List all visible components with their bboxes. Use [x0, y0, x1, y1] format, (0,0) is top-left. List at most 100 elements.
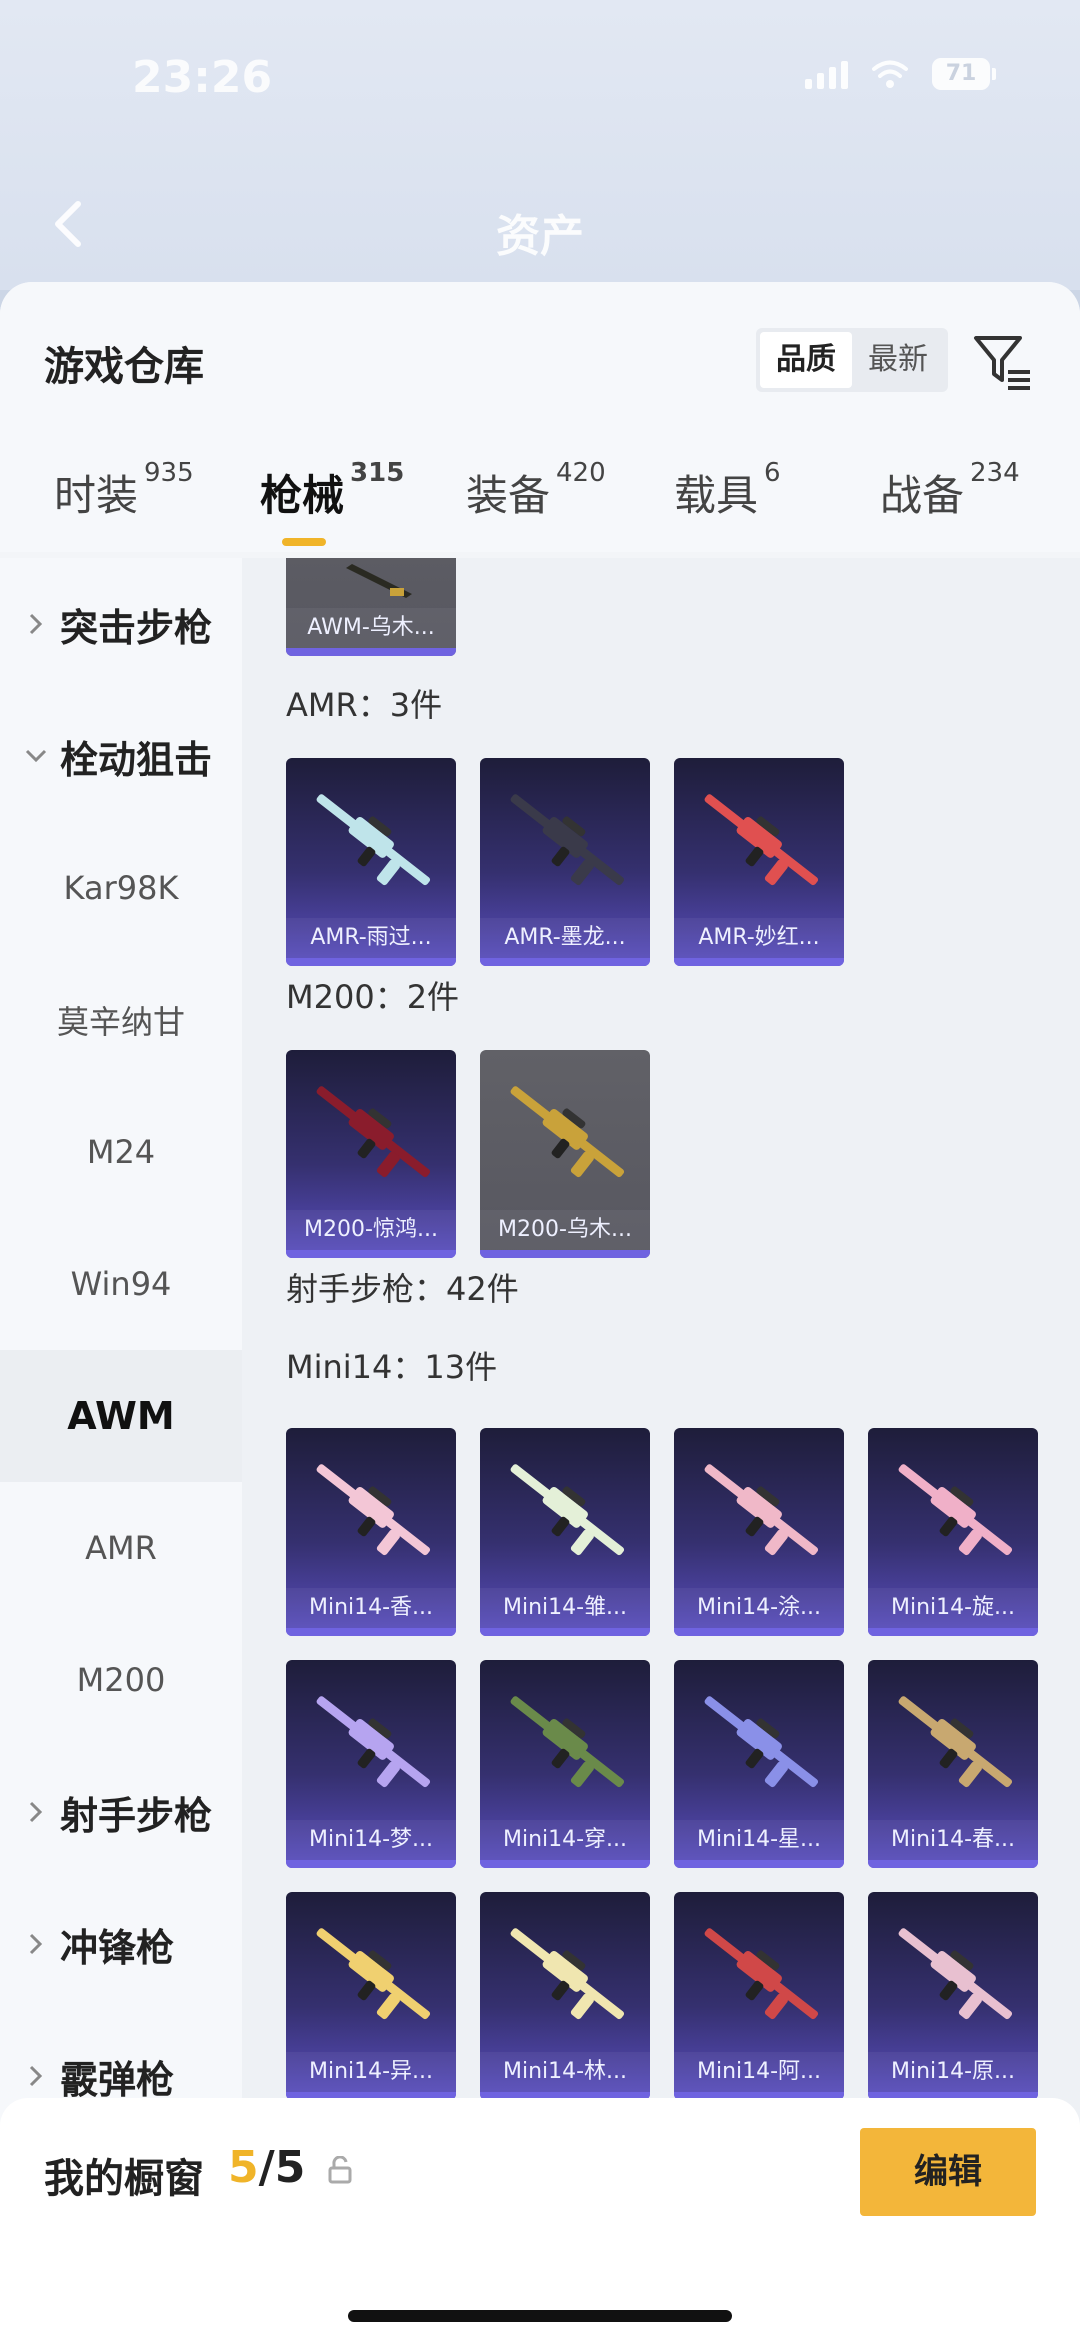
status-bar: 23:26 71	[0, 0, 1080, 150]
weapon-grid: AWM-乌木... AMR：3件 M200：2件 射手步枪：42件 Mini14…	[242, 558, 1080, 2341]
gun-image	[316, 1928, 431, 2020]
skin-card[interactable]: Mini14-雏...	[480, 1428, 650, 1636]
section-label-mini14: Mini14：13件	[286, 1348, 498, 1386]
skin-card[interactable]: Mini14-异...	[286, 1892, 456, 2100]
sort-toggle: 品质 最新	[756, 328, 948, 392]
skin-card[interactable]: Mini14-香...	[286, 1428, 456, 1636]
sidebar-item-marksman-rifle[interactable]: 射手步枪	[0, 1746, 242, 1878]
showcase-bar: 我的橱窗 5/5 编辑	[0, 2098, 1080, 2341]
gun-image	[316, 1696, 431, 1788]
skin-card[interactable]: Mini14-涂...	[674, 1428, 844, 1636]
sidebar-item-smg[interactable]: 冲锋枪	[0, 1878, 242, 2010]
tab-count: 6	[764, 458, 781, 488]
nav-title: 资产	[496, 211, 584, 262]
sidebar-item-label: 栓动狙击	[60, 737, 213, 782]
skin-name: Mini14-香...	[286, 1588, 456, 1628]
skin-card[interactable]: AMR-雨过...	[286, 758, 456, 966]
category-tabs: 时装 935 枪械 315 装备 420 载具 6 战备 234	[0, 458, 1080, 552]
sort-quality-button[interactable]: 品质	[760, 332, 852, 388]
gun-image	[316, 794, 431, 886]
sidebar-item-m24[interactable]: M24	[0, 1086, 242, 1218]
section-label-marksman: 射手步枪：42件	[286, 1270, 519, 1308]
sidebar-item-win94[interactable]: Win94	[0, 1218, 242, 1350]
tab-count: 935	[144, 458, 194, 488]
skin-card[interactable]: Mini14-阿...	[674, 1892, 844, 2100]
tab-supplies[interactable]: 战备 234	[880, 458, 1020, 523]
skin-name: AMR-墨龙...	[480, 918, 650, 958]
chevron-right-icon	[29, 1933, 43, 1955]
gun-image	[510, 1086, 625, 1178]
skin-card[interactable]: M200-惊鸿...	[286, 1050, 456, 1258]
sidebar-item-awm[interactable]: AWM	[0, 1350, 242, 1482]
skin-card[interactable]: M200-乌木...	[480, 1050, 650, 1258]
status-icons: 71	[805, 58, 996, 90]
unlock-icon	[328, 2156, 352, 2184]
tab-fashion[interactable]: 时装 935	[54, 458, 194, 523]
tab-count: 420	[556, 458, 606, 488]
tab-equipment[interactable]: 装备 420	[466, 458, 606, 523]
section-label-amr: AMR：3件	[286, 686, 443, 724]
sidebar-item-bolt-sniper[interactable]: 栓动狙击	[0, 690, 242, 822]
weapon-category-sidebar: 突击步枪 栓动狙击 Kar98K 莫辛纳甘 M24 Win94 AWM AMR …	[0, 558, 242, 2341]
skin-name: Mini14-原...	[868, 2052, 1038, 2092]
skin-name: M200-乌木...	[480, 1210, 650, 1250]
sidebar-item-kar98k[interactable]: Kar98K	[0, 822, 242, 954]
active-tab-indicator	[282, 538, 326, 546]
tab-vehicles[interactable]: 载具 6	[674, 458, 781, 523]
sidebar-item-mosin[interactable]: 莫辛纳甘	[0, 954, 242, 1086]
showcase-total: /5	[258, 2142, 306, 2193]
filter-icon[interactable]	[970, 330, 1034, 394]
sheet-header: 游戏仓库 品质 最新 时装 935 枪械 315 装备 420 载具 6 战备 …	[0, 282, 1080, 552]
skin-card[interactable]: Mini14-旋...	[868, 1428, 1038, 1636]
skin-card[interactable]: AWM-乌木...	[286, 558, 456, 656]
skin-card[interactable]: Mini14-原...	[868, 1892, 1038, 2100]
showcase-count: 5/5	[228, 2142, 305, 2193]
top-header: 23:26 71 资产	[0, 0, 1080, 290]
skin-name: M200-惊鸿...	[286, 1210, 456, 1250]
tab-label: 装备	[466, 471, 551, 520]
skin-card[interactable]: Mini14-穿...	[480, 1660, 650, 1868]
gun-image	[898, 1928, 1013, 2020]
signal-icon	[805, 59, 848, 89]
edit-button[interactable]: 编辑	[860, 2128, 1036, 2216]
gun-image	[510, 1928, 625, 2020]
sheet-title: 游戏仓库	[44, 344, 204, 390]
gun-image	[316, 1086, 431, 1178]
section-label-m200: M200：2件	[286, 978, 460, 1016]
gun-image	[898, 1464, 1013, 1556]
skin-name: Mini14-星...	[674, 1820, 844, 1860]
skin-name: Mini14-异...	[286, 2052, 456, 2092]
sidebar-item-assault-rifle[interactable]: 突击步枪	[0, 558, 242, 690]
sidebar-item-m200[interactable]: M200	[0, 1614, 242, 1746]
chevron-down-icon	[25, 749, 47, 763]
tab-label: 枪械	[260, 471, 345, 520]
tab-label: 载具	[674, 471, 759, 520]
skin-card[interactable]: Mini14-林...	[480, 1892, 650, 2100]
gun-image	[704, 1928, 819, 2020]
sidebar-item-amr[interactable]: AMR	[0, 1482, 242, 1614]
sort-newest-button[interactable]: 最新	[852, 332, 944, 388]
battery-level: 71	[932, 58, 990, 90]
skin-card[interactable]: AMR-墨龙...	[480, 758, 650, 966]
chevron-right-icon	[29, 613, 43, 635]
showcase-label: 我的橱窗	[44, 2156, 204, 2202]
status-time: 23:26	[132, 52, 273, 103]
skin-name: Mini14-林...	[480, 2052, 650, 2092]
skin-name: Mini14-旋...	[868, 1588, 1038, 1628]
skin-card[interactable]: AMR-妙红...	[674, 758, 844, 966]
gun-image	[510, 1464, 625, 1556]
skin-name: AMR-雨过...	[286, 918, 456, 958]
skin-card[interactable]: Mini14-星...	[674, 1660, 844, 1868]
skin-name: Mini14-阿...	[674, 2052, 844, 2092]
skin-card[interactable]: Mini14-春...	[868, 1660, 1038, 1868]
tab-guns[interactable]: 枪械 315	[260, 458, 404, 523]
skin-name: Mini14-梦...	[286, 1820, 456, 1860]
skin-card[interactable]: Mini14-梦...	[286, 1660, 456, 1868]
skin-name: Mini14-雏...	[480, 1588, 650, 1628]
home-indicator	[348, 2310, 732, 2322]
sidebar-item-label: 霰弹枪	[60, 2057, 175, 2102]
skin-name: AWM-乌木...	[286, 608, 456, 648]
skin-name: AMR-妙红...	[674, 918, 844, 958]
gun-image	[704, 1464, 819, 1556]
warehouse-sheet: 游戏仓库 品质 最新 时装 935 枪械 315 装备 420 载具 6 战备 …	[0, 282, 1080, 2341]
